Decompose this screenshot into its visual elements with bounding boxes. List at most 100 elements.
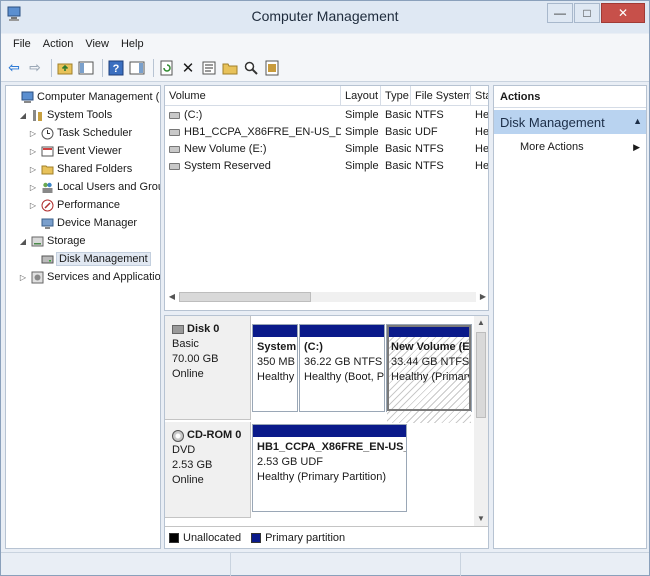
legend-swatch [251,532,262,543]
legend-primary-partition: Primary partition [251,532,345,544]
table-cell-status: He [475,160,489,172]
tree-item-label: Disk Management [56,252,151,266]
properties-icon[interactable] [200,59,218,77]
actions-section-disk-management[interactable]: Disk Management ▲ [494,110,646,134]
device-manager-icon [40,216,54,230]
table-cell-fs: NTFS [415,143,444,155]
actions-pane: Actions Disk Management ▲ More Actions ▶ [493,85,647,549]
collapsed-arrow-icon[interactable]: ▷ [18,273,28,282]
graphical-view-vertical-scrollbar[interactable]: ▲ ▼ [474,316,488,526]
clock-icon [40,126,54,140]
partition-legend: Unallocated Primary partition [165,526,488,548]
close-button[interactable]: ✕ [601,3,645,23]
table-cell-volume: HB1_CCPA_X86FRE_EN-US_DV5 (D:) [165,124,341,141]
table-cell-volume: System Reserved [165,158,341,175]
collapsed-arrow-icon[interactable]: ▷ [28,165,38,174]
scroll-left-icon[interactable]: ◀ [165,290,179,304]
scrollbar-thumb[interactable] [476,332,486,418]
tree-item-label: Services and Applications [47,271,161,283]
table-cell-fs: UDF [415,126,438,138]
collapsed-arrow-icon[interactable]: ▷ [28,147,38,156]
scroll-down-icon[interactable]: ▼ [474,512,488,526]
legend-unallocated: Unallocated [169,532,241,544]
table-row[interactable]: System Reserved Simple Basic NTFS He [165,158,489,175]
tree-item-device-manager[interactable]: Device Manager [28,214,137,232]
column-header-file-system[interactable]: File System [411,86,471,106]
table-row[interactable]: New Volume (E:) Simple Basic NTFS He [165,141,488,158]
partition-cd-rom-d[interactable]: HB1_CCPA_X86FRE_EN-US_DV5 2.53 GB UDF He… [252,424,407,512]
menu-file[interactable]: File [7,38,37,50]
partition-system-reserved[interactable]: System 350 MB Healthy [252,324,298,412]
cd-rom-0-label[interactable]: CD-ROM 0 DVD 2.53 GB Online [165,422,251,518]
storage-icon [30,234,44,248]
tree-item-label: Device Manager [57,217,138,229]
tree-item-local-users-and-groups[interactable]: ▷ Local Users and Groups [28,178,160,196]
minimize-button[interactable]: — [547,3,573,23]
computer-management-window: Computer Management — □ ✕ File Action Vi… [0,0,650,576]
volume-list-horizontal-scrollbar[interactable]: ◀ ▶ [165,290,488,304]
show-hide-action-pane-icon[interactable] [128,59,146,77]
tree-item-label: Task Scheduler [57,127,133,139]
scroll-up-icon[interactable]: ▲ [474,316,488,330]
collapse-up-icon[interactable]: ▲ [633,116,642,126]
table-cell-fs: NTFS [415,160,444,172]
scroll-right-icon[interactable]: ▶ [476,290,488,304]
tree-item-task-scheduler[interactable]: ▷ Task Scheduler [28,124,132,142]
expanded-arrow-icon[interactable]: ◢ [18,111,28,120]
table-cell-status: He [475,126,489,138]
tree-item-label: Shared Folders [57,163,133,175]
tree-item-label: Storage [47,235,86,247]
table-cell-type: Basic [385,160,411,172]
export-list-icon[interactable] [263,59,281,77]
expanded-arrow-icon[interactable]: ◢ [18,237,28,246]
scrollbar-thumb[interactable] [179,292,311,302]
show-hide-tree-icon[interactable] [77,59,95,77]
up-folder-icon[interactable] [56,59,74,77]
tree-item-services-and-applications[interactable]: ▷ Services and Applications [18,268,161,286]
tree-item-disk-management[interactable]: Disk Management [28,250,151,268]
column-header-type[interactable]: Type [381,86,411,106]
delete-icon[interactable]: ✕ [179,59,197,77]
column-header-status[interactable]: Sta [471,86,488,106]
tree-item-event-viewer[interactable]: ▷ Event Viewer [28,142,122,160]
disk-status: Online [172,368,204,380]
menu-action[interactable]: Action [37,38,80,50]
legend-swatch [169,532,179,543]
more-actions-menu-item[interactable]: More Actions ▶ [494,138,646,156]
tree-item-storage[interactable]: ◢ Storage [18,232,86,250]
disk-0-label[interactable]: Disk 0 Basic 70.00 GB Online [165,316,251,420]
disk-type: Basic [172,338,199,350]
collapsed-arrow-icon[interactable]: ▷ [28,183,38,192]
column-header-layout[interactable]: Layout [341,86,381,106]
table-row[interactable]: HB1_CCPA_X86FRE_EN-US_DV5 (D:) Simple Basi… [165,124,489,141]
disk-size: 2.53 GB [172,459,213,471]
forward-arrow-icon[interactable]: ⇨ [26,59,44,77]
collapsed-arrow-icon[interactable]: ▷ [28,201,38,210]
disk-name: Disk 0 [187,323,220,335]
toolbar: ⇦ ⇨ ? ✕ [1,54,649,82]
collapsed-arrow-icon[interactable]: ▷ [28,129,38,138]
maximize-button[interactable]: □ [574,3,600,23]
tree-item-label: Local Users and Groups [57,181,160,193]
menu-view[interactable]: View [79,38,115,50]
volume-list-header: Volume Layout Type File System Sta [165,86,488,106]
title-bar[interactable]: Computer Management — □ ✕ [1,1,649,33]
tree-item-system-tools[interactable]: ◢ System Tools [18,106,112,124]
partition-c[interactable]: (C:) 36.22 GB NTFS Healthy (Boot, Pa [299,324,385,412]
menu-help[interactable]: Help [115,38,150,50]
tree-item-computer-management-local[interactable]: Computer Management (Local [8,88,160,106]
table-cell-layout: Simple [345,126,379,138]
refresh-icon[interactable] [158,59,176,77]
help-icon[interactable]: ? [107,59,125,77]
table-row[interactable]: (C:) Simple Basic NTFS He [165,107,488,124]
column-header-volume[interactable]: Volume [165,86,341,106]
back-arrow-icon[interactable]: ⇦ [5,59,23,77]
partition-new-volume-e[interactable]: New Volume (E: 33.44 GB NTFS Healthy (Pr… [386,324,472,423]
tree-item-shared-folders[interactable]: ▷ Shared Folders [28,160,132,178]
actions-title: Actions [494,86,646,108]
open-folder-icon[interactable] [221,59,239,77]
search-icon[interactable] [242,59,260,77]
table-cell-volume: New Volume (E:) [165,141,341,158]
tree-item-performance[interactable]: ▷ Performance [28,196,120,214]
tools-icon [30,108,44,122]
